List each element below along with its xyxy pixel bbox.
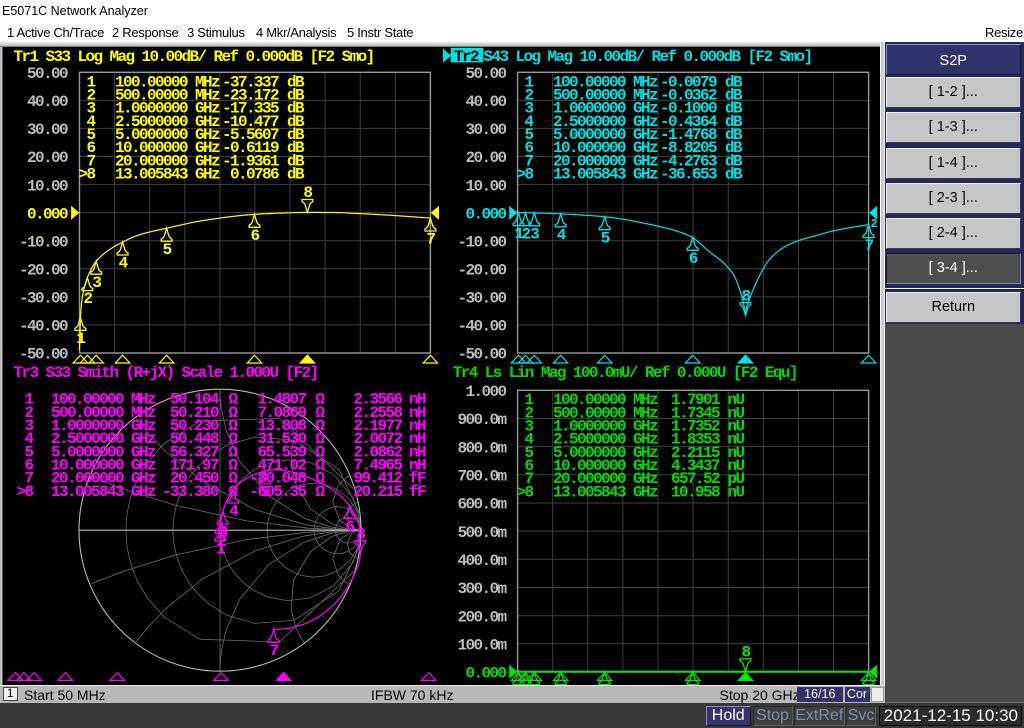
svg-text:700.0m: 700.0m <box>457 468 507 486</box>
svg-text:40.00: 40.00 <box>27 93 68 111</box>
svg-text:0.000: 0.000 <box>465 205 506 223</box>
svg-text:200.0m: 200.0m <box>457 608 507 626</box>
svg-text:-20.00: -20.00 <box>457 262 506 280</box>
svg-text:7: 7 <box>426 231 435 249</box>
svg-text:13.005843 GHz: 13.005843 GHz <box>115 165 220 183</box>
svg-text:0.000: 0.000 <box>465 665 506 683</box>
svg-text:>8: >8 <box>516 483 533 501</box>
svg-text:-40.00: -40.00 <box>19 318 68 336</box>
svg-text:-33.380: -33.380 <box>162 483 219 501</box>
svg-text:>8: >8 <box>78 165 95 183</box>
svg-text:-605.35: -605.35 <box>249 483 306 501</box>
svg-text:1.000: 1.000 <box>465 383 506 401</box>
svg-text:30.00: 30.00 <box>465 121 506 139</box>
svg-text:7: 7 <box>270 642 279 660</box>
svg-text:8: 8 <box>356 525 365 543</box>
svg-text:-10.00: -10.00 <box>19 233 68 251</box>
svg-text:500.0m: 500.0m <box>457 524 507 542</box>
svg-text:13.005843 GHz: 13.005843 GHz <box>553 165 658 183</box>
svg-text:-30.00: -30.00 <box>457 290 506 308</box>
svg-text:10.00: 10.00 <box>465 177 506 195</box>
svg-text:50.00: 50.00 <box>27 65 68 83</box>
svg-text:-50.00: -50.00 <box>457 346 506 364</box>
svg-text:6: 6 <box>689 250 698 268</box>
svg-text:6: 6 <box>250 227 259 245</box>
svg-text:20.00: 20.00 <box>465 149 506 167</box>
svg-text:-36.653: -36.653 <box>660 165 717 183</box>
svg-text:300.0m: 300.0m <box>457 580 507 598</box>
svg-text:dB: dB <box>725 165 743 183</box>
svg-text:>8: >8 <box>16 483 33 501</box>
svg-text:400.0m: 400.0m <box>457 552 507 570</box>
svg-text:40.00: 40.00 <box>465 93 506 111</box>
svg-text:600.0m: 600.0m <box>457 496 507 514</box>
svg-text:13.005843 GHz: 13.005843 GHz <box>553 483 658 501</box>
svg-text:Tr1 S33 Log Mag 10.00dB/ Ref 0: Tr1 S33 Log Mag 10.00dB/ Ref 0.000dB [F2… <box>14 48 374 66</box>
svg-text:Tr4 Ls Lin Mag 100.0mU/ Ref 0.: Tr4 Ls Lin Mag 100.0mU/ Ref 0.000U [F2 E… <box>453 364 797 382</box>
svg-text:>8: >8 <box>516 165 533 183</box>
svg-text:20.215: 20.215 <box>353 483 402 501</box>
svg-text:-10.00: -10.00 <box>457 233 506 251</box>
svg-text:2: 2 <box>521 225 530 243</box>
svg-text:10.958: 10.958 <box>671 483 720 501</box>
svg-text:-30.00: -30.00 <box>19 290 68 308</box>
svg-text:7: 7 <box>865 237 874 255</box>
svg-text:8: 8 <box>741 644 750 662</box>
svg-text:30.00: 30.00 <box>27 121 68 139</box>
svg-text:Tr2: Tr2 <box>454 48 479 66</box>
svg-text:3: 3 <box>530 225 539 243</box>
svg-text:2: 2 <box>83 290 92 308</box>
svg-text:5: 5 <box>601 229 610 247</box>
svg-text:800.0m: 800.0m <box>457 439 507 457</box>
svg-text:6: 6 <box>345 518 354 536</box>
svg-text:S43 Log Mag 10.00dB/ Ref 0.000: S43 Log Mag 10.00dB/ Ref 0.000dB [F2 Smo… <box>484 48 812 66</box>
svg-text:nU: nU <box>728 483 745 501</box>
svg-text:900.0m: 900.0m <box>457 411 507 429</box>
svg-text:8: 8 <box>303 184 312 202</box>
svg-text:Tr3 S33 Smith (R+jX) Scale 1.0: Tr3 S33 Smith (R+jX) Scale 1.000U [F2] <box>14 364 318 382</box>
svg-text:dB: dB <box>287 165 305 183</box>
svg-text:1: 1 <box>76 330 85 348</box>
svg-text:-20.00: -20.00 <box>19 262 68 280</box>
svg-text:20.00: 20.00 <box>27 149 68 167</box>
svg-text:fF: fF <box>409 483 426 501</box>
svg-text:3: 3 <box>219 524 228 542</box>
svg-text:8: 8 <box>741 287 750 305</box>
svg-text:-40.00: -40.00 <box>457 318 506 336</box>
svg-text:13.005843 GHz: 13.005843 GHz <box>51 483 156 501</box>
svg-text:2: 2 <box>871 217 878 231</box>
svg-text:0.000: 0.000 <box>27 205 68 223</box>
svg-text:-50.00: -50.00 <box>19 346 68 364</box>
svg-text:0.0786: 0.0786 <box>230 165 279 183</box>
svg-text:50.00: 50.00 <box>465 65 506 83</box>
svg-text:100.0m: 100.0m <box>457 637 507 655</box>
svg-text:10.00: 10.00 <box>27 177 68 195</box>
svg-text:5: 5 <box>163 241 172 259</box>
svg-text:3: 3 <box>92 274 101 292</box>
